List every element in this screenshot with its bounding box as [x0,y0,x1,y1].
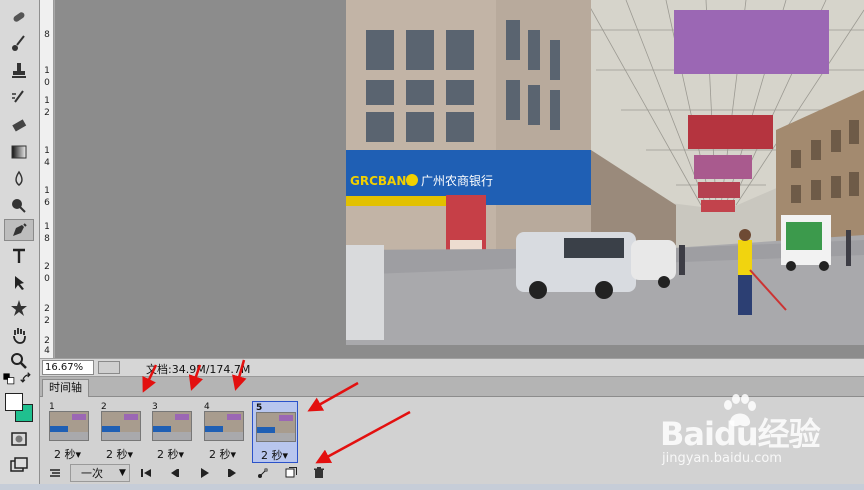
history-brush-icon[interactable] [4,87,34,109]
clone-stamp-icon[interactable] [4,60,34,82]
frame-delay-dropdown[interactable]: 2 秒▾ [157,446,184,462]
document-image[interactable]: GRCBANK 广州农商银行 [346,0,864,345]
ruler-label: 2 [44,316,50,326]
frame-thumbnail [49,411,89,441]
ruler-label: 0 [44,274,50,284]
previous-frame-icon[interactable] [164,464,184,482]
chevron-down-icon: ▼ [119,468,126,478]
frame-delay-dropdown[interactable]: 2 秒▾ [106,446,133,462]
zoom-navigator-icon[interactable] [98,361,120,374]
dodge-icon[interactable] [4,195,34,217]
animation-frame-4[interactable]: 4 2 秒▾ [201,401,247,463]
frame-delay-dropdown[interactable]: 2 秒▾ [209,446,236,462]
next-frame-icon[interactable] [223,464,243,482]
tab-timeline[interactable]: 时间轴 [42,379,89,397]
vertical-ruler: 8 1 0 1 2 1 4 1 6 1 8 2 0 2 2 2 4 [40,0,54,358]
custom-shape-icon[interactable] [4,297,34,319]
animation-frame-2[interactable]: 2 2 秒▾ [98,401,144,463]
first-frame-icon[interactable] [136,464,156,482]
delete-frame-icon[interactable] [308,464,330,482]
animation-frame-5[interactable]: 5 2 秒▾ [252,401,298,463]
convert-timeline-icon[interactable] [44,464,66,482]
gradient-icon[interactable] [4,141,34,163]
tween-icon[interactable] [252,464,274,482]
photoshop-window: 8 1 0 1 2 1 4 1 6 1 8 2 0 2 2 2 4 GRCBAN… [0,0,864,490]
frame-delay-dropdown[interactable]: 2 秒▾ [261,447,288,463]
tools-panel [0,0,40,490]
foreground-color-swatch[interactable] [5,393,23,411]
zoom-level-field[interactable]: 16.67% [42,360,94,375]
bank-sign-cn: 广州农商银行 [421,173,493,188]
loop-option-label: 一次 [81,467,103,480]
duplicate-frame-icon[interactable] [280,464,302,482]
frame-thumbnail [256,412,296,442]
brush-icon[interactable] [4,33,34,55]
ruler-label: 1 [44,186,50,196]
ruler-label: 8 [44,30,50,40]
ruler-label: 2 [44,262,50,272]
ruler-label: 2 [44,108,50,118]
ruler-label: 6 [44,198,50,208]
spot-healing-brush-icon[interactable] [4,6,34,28]
frame-thumbnail [204,411,244,441]
panel-tab-bar: 时间轴 [40,377,864,397]
frame-thumbnail [101,411,141,441]
ruler-label: 4 [44,346,50,356]
path-selection-icon[interactable] [4,272,34,294]
pen-icon[interactable] [4,219,34,241]
frame-thumbnail [152,411,192,441]
ruler-label: 1 [44,96,50,106]
frame-delay-dropdown[interactable]: 2 秒▾ [54,446,81,462]
screen-mode-icon[interactable] [4,454,34,476]
animation-frame-3[interactable]: 3 2 秒▾ [149,401,195,463]
canvas-area[interactable]: GRCBANK 广州农商银行 [55,0,864,358]
taskbar-strip [0,484,864,490]
loop-options-select[interactable]: 一次 ▼ [70,464,130,482]
ruler-label: 4 [44,158,50,168]
quick-mask-icon[interactable] [4,428,34,450]
default-colors-icon[interactable] [2,372,16,386]
timeline-panel: 时间轴 1 2 秒▾ 2 2 秒▾ 3 2 秒▾ 4 2 秒▾ 5 2 秒▾ 一… [40,376,864,490]
ruler-label: 1 [44,146,50,156]
ruler-label: 8 [44,234,50,244]
animation-frame-1[interactable]: 1 2 秒▾ [46,401,92,463]
ruler-label: 2 [44,304,50,314]
hand-icon[interactable] [4,324,34,346]
document-size-info[interactable]: 文档:34.9M/174.7M [146,361,250,377]
blur-icon[interactable] [4,168,34,190]
type-icon[interactable] [4,245,34,267]
eraser-icon[interactable] [4,114,34,136]
play-icon[interactable] [194,464,214,482]
status-bar: 16.67% 文档:34.9M/174.7M [40,358,864,376]
ruler-label: 0 [44,78,50,88]
ruler-label: 1 [44,66,50,76]
swap-colors-icon[interactable] [20,372,34,386]
timeline-controls: 一次 ▼ [40,463,864,483]
ruler-label: 1 [44,222,50,232]
ruler-label: 2 [44,336,50,346]
